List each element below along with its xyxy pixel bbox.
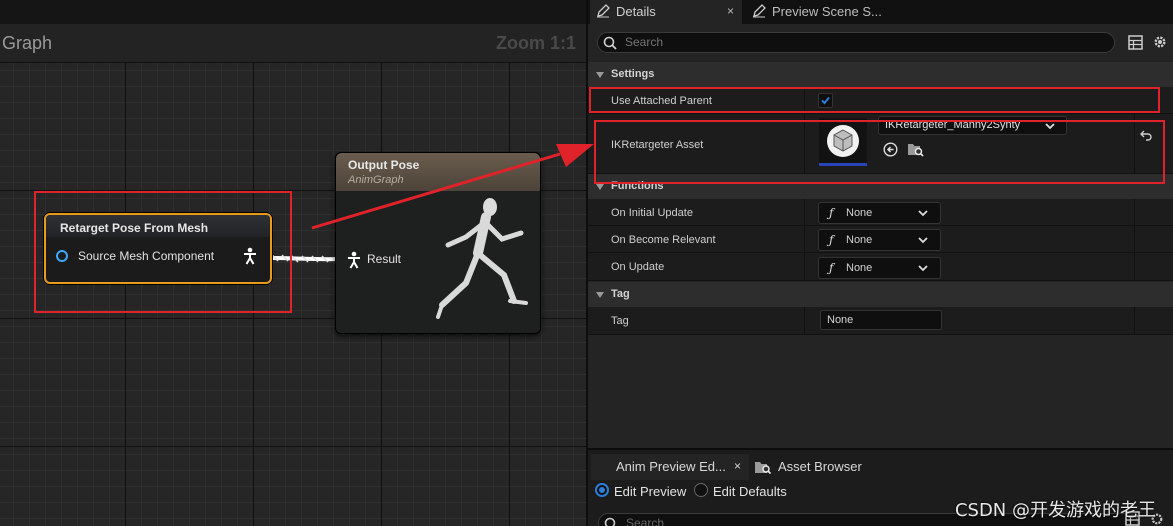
- column-divider: [1134, 253, 1135, 280]
- watermark-text: CSDN @开发游戏的老王: [954, 500, 1156, 521]
- row-on-initial-update: On Initial Update ƒ None: [588, 199, 1173, 226]
- row-on-update: On Update ƒ None: [588, 253, 1173, 281]
- close-icon[interactable]: ×: [727, 4, 734, 18]
- tab-asset-browser[interactable]: Asset Browser: [754, 454, 924, 480]
- details-tabbar: Details × Preview Scene S...: [588, 0, 1173, 24]
- output-pose-node[interactable]: Output Pose AnimGraph Result: [335, 152, 541, 334]
- section-tag[interactable]: Tag: [588, 282, 1173, 307]
- tab-preview-scene[interactable]: Preview Scene S...: [746, 0, 906, 24]
- edit-defaults-label: Edit Defaults: [713, 484, 787, 499]
- search-input[interactable]: [625, 35, 1095, 49]
- on-initial-update-dropdown[interactable]: ƒ None: [818, 202, 941, 224]
- result-pin-icon[interactable]: [346, 251, 362, 269]
- details-search[interactable]: [597, 32, 1115, 53]
- asset-browser-icon: [755, 462, 772, 475]
- pencil-icon: [597, 4, 610, 18]
- chevron-down-icon: [918, 210, 928, 217]
- column-divider: [804, 307, 805, 334]
- section-settings[interactable]: Settings: [588, 62, 1173, 87]
- tab-anim-preview-editor[interactable]: Anim Preview Ed... ×: [591, 454, 749, 480]
- chevron-down-icon: [918, 265, 928, 272]
- node-title: Output Pose: [348, 158, 420, 172]
- column-divider: [1134, 307, 1135, 334]
- annotation-box-ik-asset: [594, 120, 1165, 184]
- search-icon: [603, 36, 617, 50]
- node-header: Output Pose AnimGraph: [336, 153, 540, 191]
- close-icon[interactable]: ×: [734, 459, 741, 473]
- tab-details-label: Details: [616, 4, 656, 19]
- column-divider: [804, 226, 805, 252]
- tab-details[interactable]: Details ×: [590, 0, 742, 24]
- pencil-icon: [753, 4, 766, 18]
- annotation-box-use-attached-parent: [589, 87, 1160, 113]
- tab-anim-preview-label: Anim Preview Ed...: [616, 459, 726, 474]
- anim-preview-search-placeholder: Search: [626, 516, 665, 526]
- row-tag: Tag None: [588, 307, 1173, 335]
- column-divider: [804, 199, 805, 225]
- gear-icon[interactable]: [1152, 34, 1168, 50]
- on-update-label: On Update: [611, 261, 665, 273]
- chevron-down-icon: [918, 237, 928, 244]
- table-view-icon[interactable]: [1128, 35, 1143, 50]
- edit-preview-radio[interactable]: [595, 483, 609, 497]
- function-icon: ƒ: [829, 233, 834, 247]
- function-icon: ƒ: [829, 261, 834, 275]
- on-update-value: None: [846, 262, 873, 274]
- column-divider: [804, 253, 805, 280]
- annotation-box-node: [34, 191, 292, 313]
- search-icon: [604, 517, 616, 526]
- tag-input[interactable]: None: [820, 310, 942, 330]
- column-divider: [1134, 199, 1135, 225]
- details-panel: Details × Preview Scene S... Settings Us…: [586, 0, 1173, 526]
- result-pin-label: Result: [367, 252, 402, 266]
- tag-label: Tag: [611, 315, 629, 327]
- function-icon: ƒ: [829, 206, 834, 220]
- on-become-relevant-value: None: [846, 234, 873, 246]
- running-mannequin-icon: [436, 198, 528, 319]
- details-empty-area: [588, 340, 1173, 448]
- edit-preview-label: Edit Preview: [614, 484, 687, 499]
- on-become-relevant-dropdown[interactable]: ƒ None: [818, 229, 941, 251]
- edit-defaults-radio[interactable]: [694, 483, 708, 497]
- on-initial-update-value: None: [846, 207, 873, 219]
- tab-asset-browser-label: Asset Browser: [778, 459, 862, 474]
- column-divider: [1134, 226, 1135, 252]
- on-update-dropdown[interactable]: ƒ None: [818, 257, 941, 279]
- on-become-relevant-label: On Become Relevant: [611, 234, 716, 246]
- on-initial-update-label: On Initial Update: [611, 207, 693, 219]
- node-subtitle: AnimGraph: [348, 174, 404, 186]
- tab-preview-scene-label: Preview Scene S...: [772, 4, 882, 19]
- row-on-become-relevant: On Become Relevant ƒ None: [588, 226, 1173, 253]
